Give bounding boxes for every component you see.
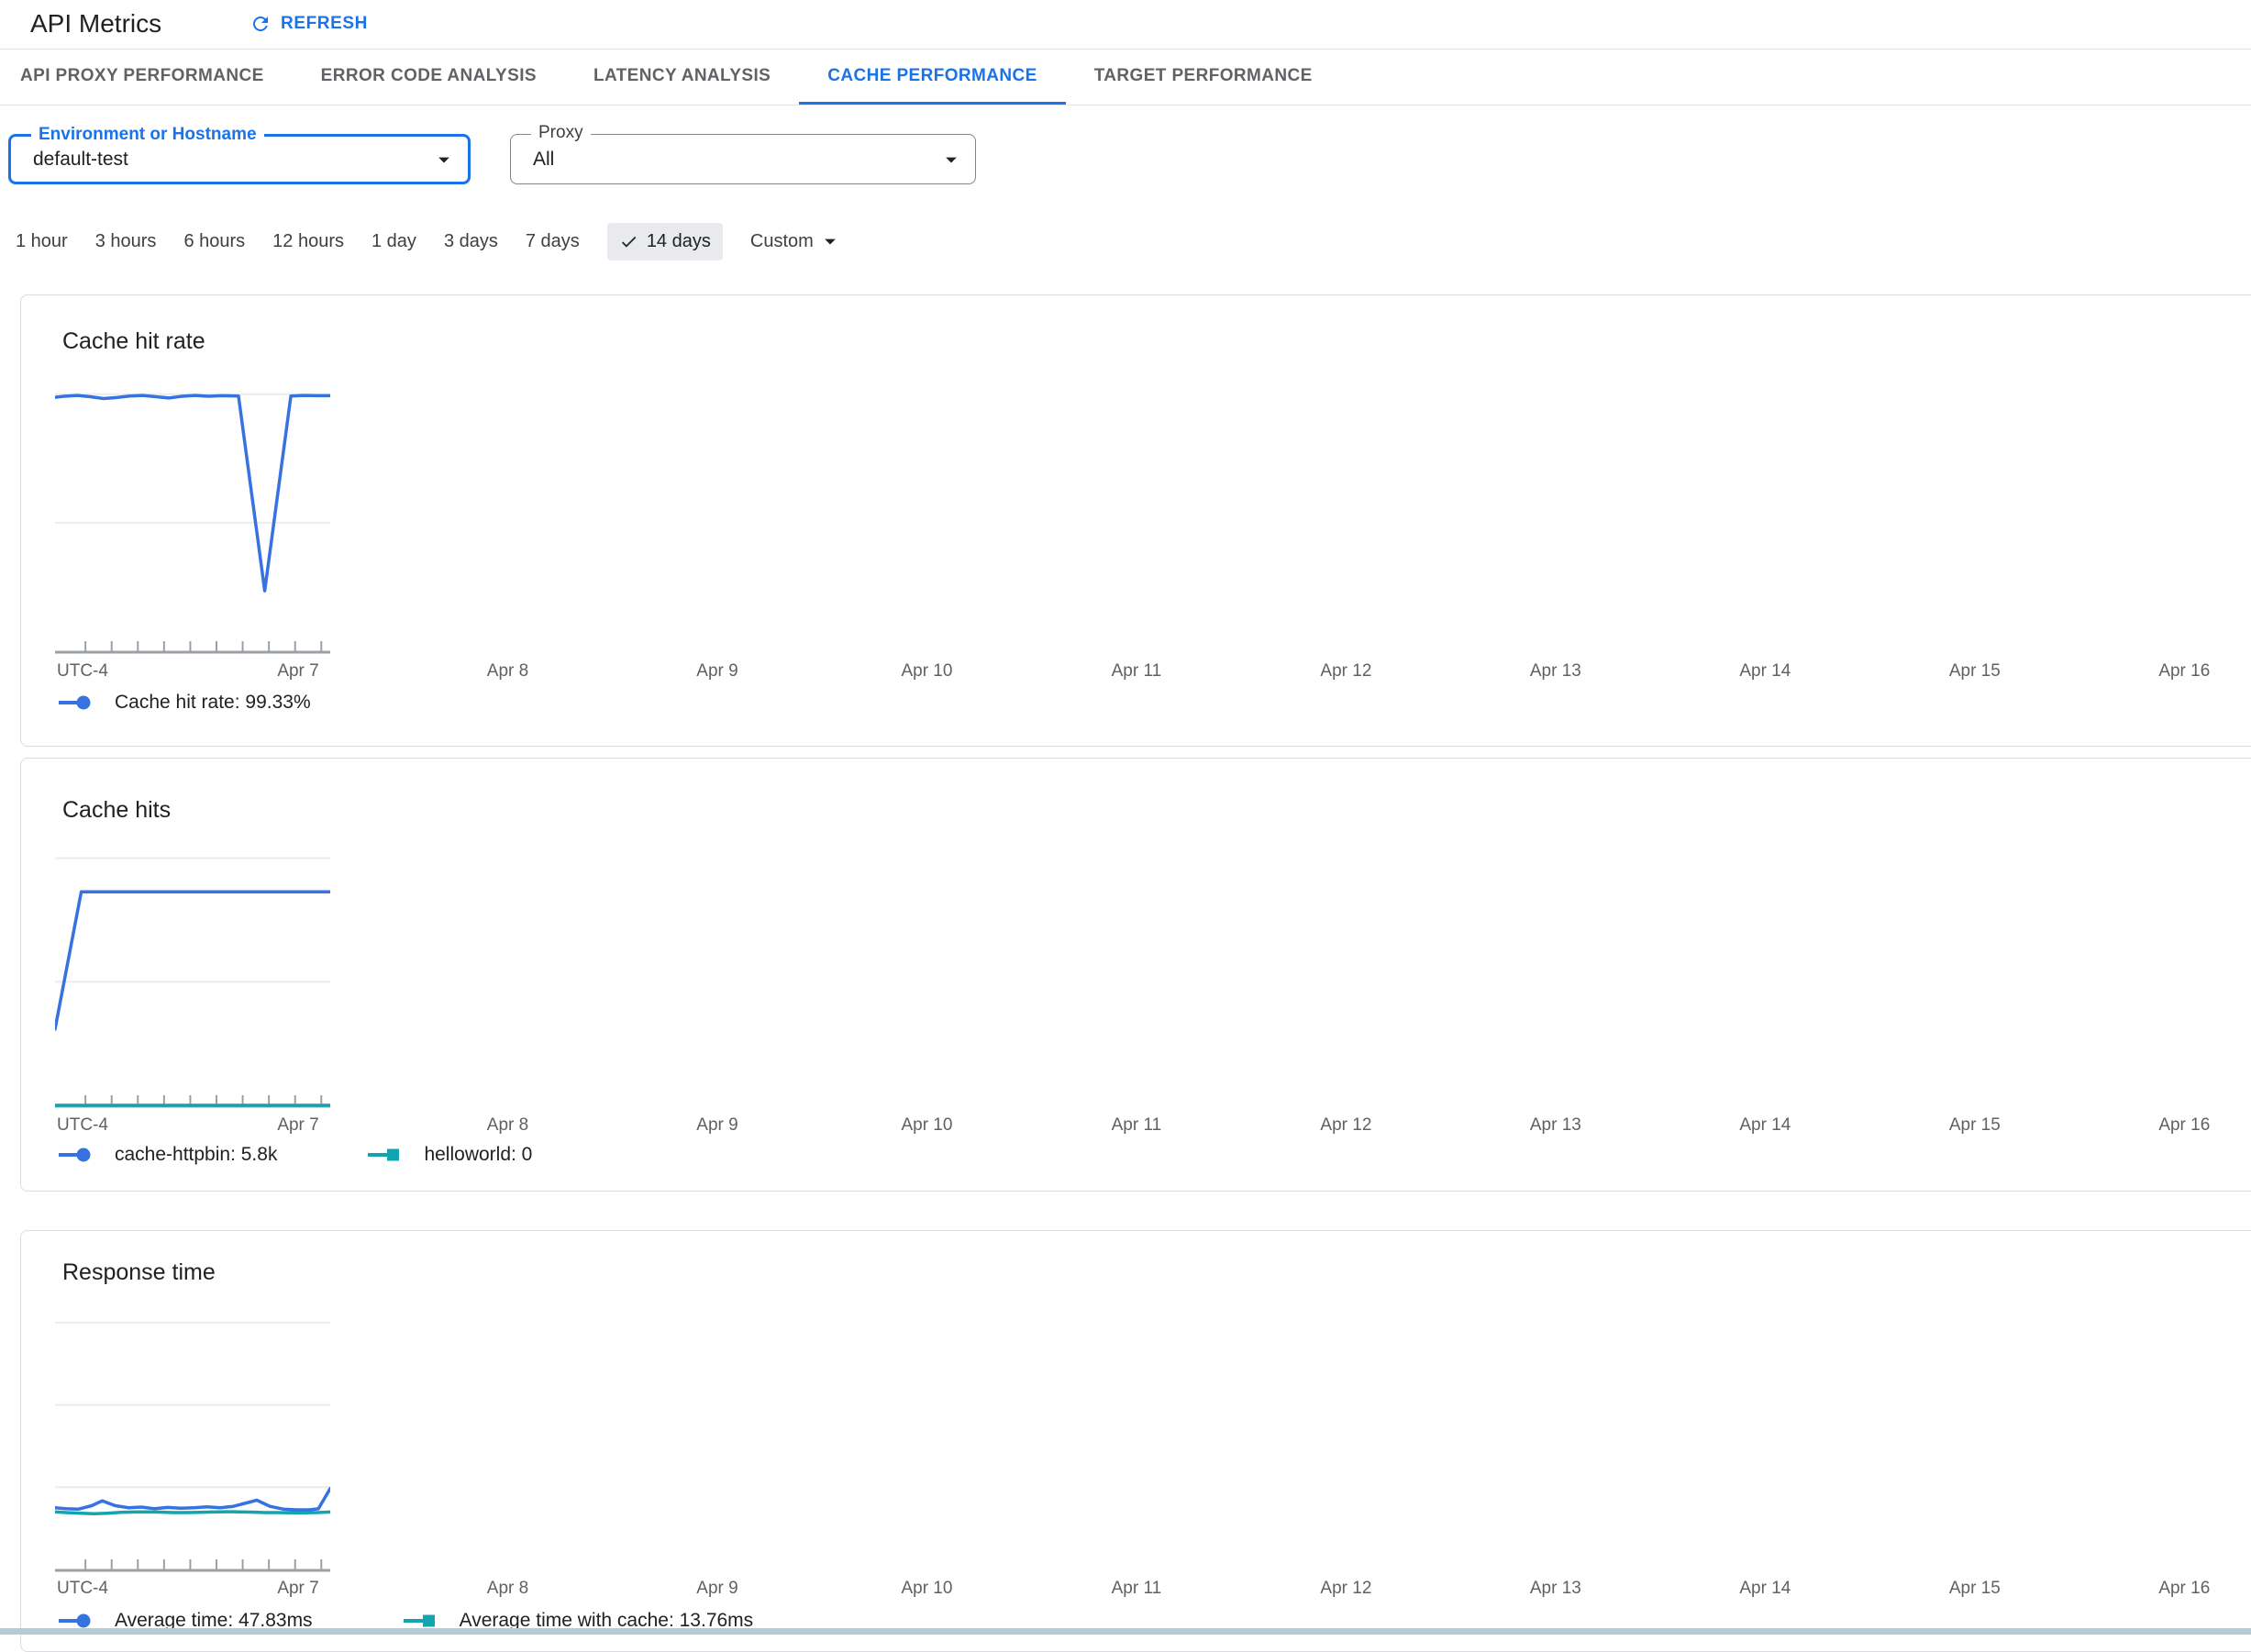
x-tick-label: Apr 9 (696, 661, 738, 681)
refresh-icon (252, 17, 268, 31)
page-title: API Metrics (30, 9, 162, 38)
legend-item-Cache hit rate[interactable]: Cache hit rate: 99.33% (58, 692, 311, 714)
environment-select-label: Environment or Hostname (31, 125, 264, 145)
circle-legend-marker-icon (59, 1613, 91, 1628)
check-icon (621, 236, 637, 248)
proxy-select[interactable]: Proxy All (510, 123, 976, 184)
square-legend-marker-icon (403, 1614, 435, 1627)
dropdown-arrow-icon (946, 157, 957, 162)
chart-title: Cache hits (62, 797, 172, 823)
x-tick-label: Apr 11 (1111, 661, 1162, 681)
time-option-1-hour[interactable]: 1 hour (16, 231, 68, 252)
x-tick-label: Apr 14 (1739, 1115, 1791, 1135)
dropdown-arrow-icon (824, 238, 836, 245)
response-time-chart[interactable] (55, 1287, 330, 1572)
square-legend-marker-icon (368, 1148, 400, 1161)
x-axis-labels: UTC-4 Apr 7 Apr 8 Apr 9 Apr 10 Apr 11 Apr 12 Ap… (55, 1577, 2251, 1601)
series-line-cache-httpbin (55, 890, 330, 1031)
timezone-label: UTC-4 (57, 1579, 108, 1598)
cache-hit-rate-chart[interactable] (55, 369, 330, 654)
legend-label: cache-httpbin: 5.8k (115, 1144, 278, 1165)
cache-hits-chart[interactable] (55, 823, 330, 1108)
cache-hits-card: Cache hits UTC-4 Apr 7 Apr 8 Apr 9 Apr 10 Apr… (20, 758, 2251, 1192)
tab-latency-analysis[interactable]: LATENCY ANALYSIS (565, 50, 799, 105)
tab-error-code-analysis[interactable]: ERROR CODE ANALYSIS (293, 50, 565, 105)
x-tick-label: Apr 15 (1948, 1579, 2001, 1598)
x-tick-label: Apr 16 (2158, 661, 2211, 681)
time-option-6-hours[interactable]: 6 hours (183, 231, 245, 252)
x-tick-label: Apr 12 (1320, 1579, 1372, 1598)
x-tick-label: Apr 13 (1529, 1115, 1581, 1135)
chart-legend: cache-httpbin: 5.8k helloworld: 0 (58, 1144, 532, 1166)
environment-select[interactable]: Environment or Hostname default-test (8, 125, 471, 184)
x-tick-label: Apr 15 (1948, 1115, 2001, 1135)
legend-item-cache-httpbin[interactable]: cache-httpbin: 5.8k (58, 1144, 277, 1166)
time-range-bar: 1 hour 3 hours 6 hours 12 hours 1 day 3 … (16, 220, 843, 262)
x-tick-label: Apr 7 (277, 1579, 319, 1598)
chart-title: Cache hit rate (62, 328, 205, 354)
x-tick-label: Apr 16 (2158, 1115, 2211, 1135)
x-tick-label: Apr 11 (1111, 1579, 1162, 1598)
time-option-3-days[interactable]: 3 days (444, 231, 498, 252)
x-axis-labels: UTC-4 Apr 7 Apr 8 Apr 9 Apr 10 Apr 11 Apr 12 Ap… (55, 1114, 2251, 1137)
x-tick-label: Apr 16 (2158, 1579, 2211, 1598)
legend-item-helloworld[interactable]: helloworld: 0 (367, 1144, 532, 1166)
chart-legend: Cache hit rate: 99.33% (58, 692, 311, 714)
time-option-3-hours[interactable]: 3 hours (95, 231, 157, 252)
x-tick-label: Apr 10 (901, 1579, 953, 1598)
x-tick-label: Apr 15 (1948, 661, 2001, 681)
x-tick-label: Apr 8 (486, 1579, 529, 1598)
x-tick-label: Apr 8 (486, 1115, 529, 1135)
circle-legend-marker-icon (59, 695, 91, 710)
x-tick-label: Apr 7 (277, 661, 319, 681)
x-axis-labels: UTC-4 Apr 7 Apr 8 Apr 9 Apr 10 Apr 11 Apr 12 Ap… (55, 660, 2251, 683)
series-line-Cache hit rate (55, 394, 330, 593)
cache-hit-rate-card: Cache hit rate UTC-4 Apr 7 Apr 8 Apr 9 Apr 1… (20, 294, 2251, 747)
series-line-Average time (55, 1487, 330, 1512)
refresh-label: REFRESH (281, 14, 368, 33)
time-option-custom[interactable]: Custom (750, 228, 843, 254)
x-tick-label: Apr 14 (1739, 1579, 1791, 1598)
legend-label: Cache hit rate: 99.33% (115, 692, 311, 713)
x-tick-label: Apr 12 (1320, 1115, 1372, 1135)
tab-api-proxy-performance[interactable]: API PROXY PERFORMANCE (0, 50, 293, 105)
proxy-select-value: All (533, 148, 555, 170)
dropdown-arrow-icon (438, 157, 449, 162)
refresh-button[interactable]: REFRESH (249, 13, 368, 35)
x-tick-label: Apr 9 (696, 1579, 738, 1598)
response-time-card: Response time UTC-4 Apr 7 Apr 8 Apr 9 Apr 10… (20, 1230, 2251, 1652)
x-tick-label: Apr 10 (901, 661, 953, 681)
time-option-1-day[interactable]: 1 day (371, 231, 416, 252)
environment-select-value: default-test (33, 148, 128, 170)
proxy-select-label: Proxy (531, 123, 591, 143)
legend-label: helloworld: 0 (424, 1144, 533, 1165)
page-header: API Metrics REFRESH (0, 0, 2251, 49)
x-tick-label: Apr 13 (1529, 661, 1581, 681)
time-option-7-days[interactable]: 7 days (526, 231, 580, 252)
custom-label: Custom (749, 230, 814, 251)
time-option-12-hours[interactable]: 12 hours (272, 231, 344, 252)
x-tick-label: Apr 9 (696, 1115, 738, 1135)
horizontal-scrollbar[interactable] (0, 1628, 2251, 1635)
timezone-label: UTC-4 (57, 661, 108, 681)
chart-title: Response time (62, 1259, 216, 1285)
x-tick-label: Apr 8 (486, 661, 529, 681)
time-option-14-days-selected[interactable]: 14 days (606, 222, 723, 261)
tab-bar: API PROXY PERFORMANCE ERROR CODE ANALYSI… (0, 49, 2251, 105)
tab-target-performance[interactable]: TARGET PERFORMANCE (1066, 50, 1341, 105)
selected-time-range-label: 14 days (646, 230, 711, 251)
x-tick-label: Apr 12 (1320, 661, 1372, 681)
timezone-label: UTC-4 (57, 1115, 108, 1135)
x-tick-label: Apr 13 (1529, 1579, 1581, 1598)
x-tick-label: Apr 14 (1739, 661, 1791, 681)
series-line-Average time with cache (55, 1510, 330, 1516)
x-tick-label: Apr 10 (901, 1115, 953, 1135)
tab-cache-performance[interactable]: CACHE PERFORMANCE (799, 50, 1066, 105)
x-tick-label: Apr 11 (1111, 1115, 1162, 1135)
x-tick-label: Apr 7 (277, 1115, 319, 1135)
circle-legend-marker-icon (59, 1148, 91, 1162)
